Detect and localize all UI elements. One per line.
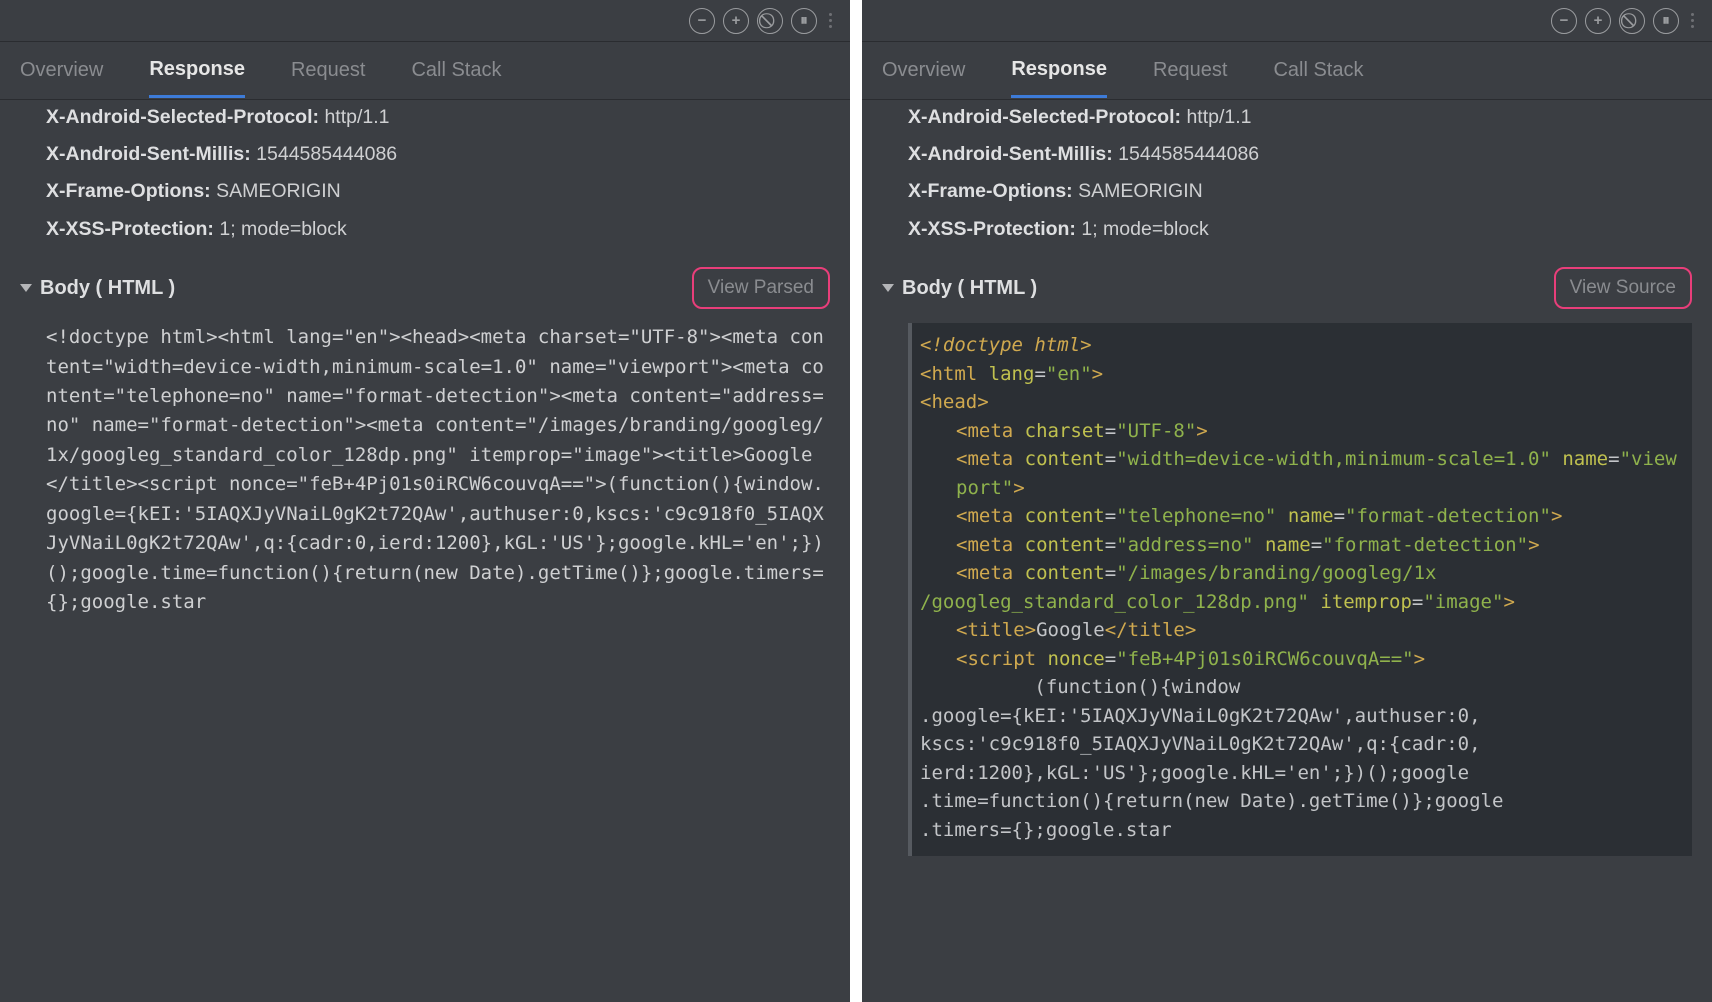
body-section-title: Body ( HTML ): [902, 272, 1037, 304]
tab-overview[interactable]: Overview: [882, 45, 965, 96]
view-parsed-button[interactable]: View Parsed: [692, 267, 830, 309]
code-line: <html lang="en">: [920, 360, 1684, 389]
pause-icon[interactable]: ⏸: [1653, 8, 1679, 34]
code-line: <meta content="telephone=no" name="forma…: [920, 502, 1684, 531]
panel-divider: [850, 0, 862, 1002]
header-row: X-Android-Sent-Millis: 1544585444086: [46, 139, 830, 170]
code-line: .time=function(){return(new Date).getTim…: [920, 787, 1684, 816]
code-line: (function(){window: [920, 673, 1684, 702]
header-value: http/1.1: [1186, 106, 1251, 128]
header-value: 1; mode=block: [219, 218, 346, 240]
header-value: 1; mode=block: [1081, 218, 1208, 240]
header-key: X-XSS-Protection:: [46, 218, 214, 240]
code-line: ierd:1200},kGL:'US'};google.kHL='en';})(…: [920, 759, 1684, 788]
syntax-body: <!doctype html> <html lang="en"> <head> …: [908, 323, 1692, 856]
prohibit-icon[interactable]: ⃠: [757, 8, 783, 34]
header-row: X-XSS-Protection: 1; mode=block: [908, 214, 1692, 245]
tab-bar: Overview Response Request Call Stack: [0, 42, 850, 100]
header-key: X-Android-Selected-Protocol:: [46, 106, 319, 128]
code-line: <meta content="address=no" name="format-…: [920, 531, 1684, 560]
drag-handle-icon[interactable]: [1691, 13, 1694, 28]
tab-request[interactable]: Request: [291, 45, 366, 96]
raw-body-text: <!doctype html><html lang="en"><head><me…: [46, 323, 830, 617]
right-panel: − + ⃠ ⏸ Overview Response Request Call S…: [862, 0, 1712, 1002]
toolbar: − + ⃠ ⏸: [0, 0, 850, 42]
minus-icon[interactable]: −: [1551, 8, 1577, 34]
toolbar: − + ⃠ ⏸: [862, 0, 1712, 42]
tab-overview[interactable]: Overview: [20, 45, 103, 96]
code-line: <head>: [920, 388, 1684, 417]
header-key: X-Android-Selected-Protocol:: [908, 106, 1181, 128]
code-line: .timers={};google.star: [920, 816, 1684, 845]
body-section-header: Body ( HTML ) View Source: [882, 267, 1692, 309]
tab-callstack[interactable]: Call Stack: [411, 45, 501, 96]
header-key: X-Frame-Options:: [46, 180, 211, 202]
minus-icon[interactable]: −: [689, 8, 715, 34]
header-row: X-Frame-Options: SAMEORIGIN: [46, 176, 830, 207]
code-line: <title>Google</title>: [920, 616, 1684, 645]
code-line: /googleg_standard_color_128dp.png" itemp…: [920, 588, 1684, 617]
left-panel: − + ⃠ ⏸ Overview Response Request Call S…: [0, 0, 850, 1002]
header-key: X-Android-Sent-Millis:: [46, 143, 251, 165]
plus-icon[interactable]: +: [723, 8, 749, 34]
code-line: <meta content="/images/branding/googleg/…: [920, 559, 1684, 588]
code-line: <meta content="width=device-width,minimu…: [920, 445, 1684, 502]
header-value: SAMEORIGIN: [1078, 180, 1203, 202]
header-value: SAMEORIGIN: [216, 180, 341, 202]
header-value: 1544585444086: [1118, 143, 1259, 165]
header-key: X-XSS-Protection:: [908, 218, 1076, 240]
view-source-button[interactable]: View Source: [1554, 267, 1692, 309]
code-line: <script nonce="feB+4Pj01s0iRCW6couvqA=="…: [920, 645, 1684, 674]
tab-callstack[interactable]: Call Stack: [1273, 45, 1363, 96]
body-section-header: Body ( HTML ) View Parsed: [20, 267, 830, 309]
tab-request[interactable]: Request: [1153, 45, 1228, 96]
code-line: .google={kEI:'5IAQXJyVNaiL0gK2t72QAw',au…: [920, 702, 1684, 731]
tab-response[interactable]: Response: [149, 44, 245, 98]
body-section-title: Body ( HTML ): [40, 272, 175, 304]
disclosure-triangle-icon[interactable]: [882, 284, 894, 292]
disclosure-triangle-icon[interactable]: [20, 284, 32, 292]
tab-response[interactable]: Response: [1011, 44, 1107, 98]
header-row: X-Android-Selected-Protocol: http/1.1: [908, 102, 1692, 133]
code-line: <meta charset="UTF-8">: [920, 417, 1684, 446]
pause-icon[interactable]: ⏸: [791, 8, 817, 34]
code-line: <!doctype html>: [920, 331, 1684, 360]
header-value: http/1.1: [324, 106, 389, 128]
header-row: X-Frame-Options: SAMEORIGIN: [908, 176, 1692, 207]
header-row: X-Android-Selected-Protocol: http/1.1: [46, 102, 830, 133]
header-row: X-Android-Sent-Millis: 1544585444086: [908, 139, 1692, 170]
response-content: X-Android-Selected-Protocol: http/1.1 X-…: [0, 100, 850, 1002]
code-line: kscs:'c9c918f0_5IAQXJyVNaiL0gK2t72QAw',q…: [920, 730, 1684, 759]
header-key: X-Android-Sent-Millis:: [908, 143, 1113, 165]
plus-icon[interactable]: +: [1585, 8, 1611, 34]
header-value: 1544585444086: [256, 143, 397, 165]
tab-bar: Overview Response Request Call Stack: [862, 42, 1712, 100]
prohibit-icon[interactable]: ⃠: [1619, 8, 1645, 34]
drag-handle-icon[interactable]: [829, 13, 832, 28]
response-content: X-Android-Selected-Protocol: http/1.1 X-…: [862, 100, 1712, 1002]
header-row: X-XSS-Protection: 1; mode=block: [46, 214, 830, 245]
header-key: X-Frame-Options:: [908, 180, 1073, 202]
